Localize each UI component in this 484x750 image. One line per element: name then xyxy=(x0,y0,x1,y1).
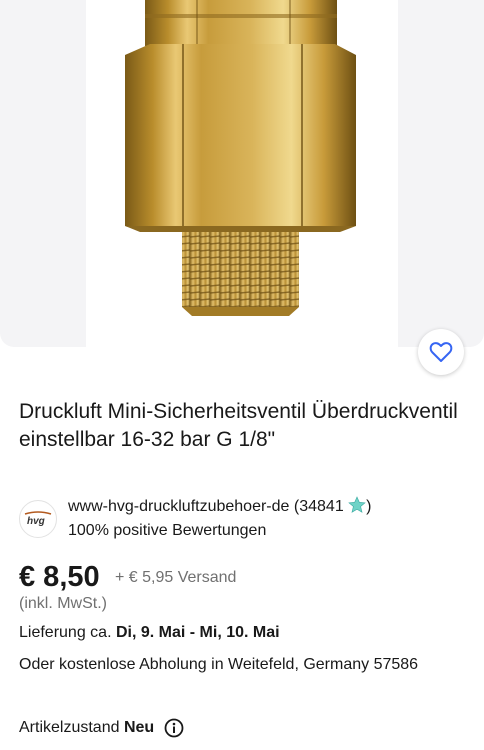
delivery-label: Lieferung ca. xyxy=(19,624,112,641)
condition-value: Neu xyxy=(123,719,155,736)
seller-feedback-count: (34841 xyxy=(293,498,344,515)
item-condition: Artikelzustand Neu xyxy=(19,718,184,738)
seller-rating: 100% positive Bewertungen xyxy=(68,522,267,539)
brass-valve-photo xyxy=(86,0,398,347)
svg-text:hvg: hvg xyxy=(27,516,45,527)
watchlist-heart-button[interactable] xyxy=(418,329,464,375)
seller-avatar[interactable]: hvg xyxy=(19,500,57,538)
tax-note: (inkl. MwSt.) xyxy=(19,595,107,612)
delivery-dates: Di, 9. Mai - Mi, 10. Mai xyxy=(115,624,280,641)
seller-feedback-close: ) xyxy=(366,498,372,515)
product-title: Druckluft Mini-Sicherheitsventil Überdru… xyxy=(19,400,458,451)
price: € 8,50 xyxy=(19,561,100,593)
seller-info[interactable]: www-hvg-druckluftzubehoer-de (34841 ) xyxy=(68,496,372,518)
condition-label: Artikelzustand xyxy=(19,719,120,736)
pickup-info: Oder kostenlose Abholung in Weitefeld, G… xyxy=(19,656,419,673)
product-image-gallery[interactable] xyxy=(0,0,484,347)
shipping-cost: + € 5,95 Versand xyxy=(115,569,237,586)
heart-icon xyxy=(429,342,453,362)
info-icon[interactable] xyxy=(164,718,184,738)
delivery-estimate: Lieferung ca. Di, 9. Mai - Mi, 10. Mai xyxy=(19,623,280,643)
seller-name[interactable]: www-hvg-druckluftzubehoer-de xyxy=(68,498,289,515)
star-icon xyxy=(348,496,366,513)
hvg-logo-icon: hvg xyxy=(24,511,52,527)
